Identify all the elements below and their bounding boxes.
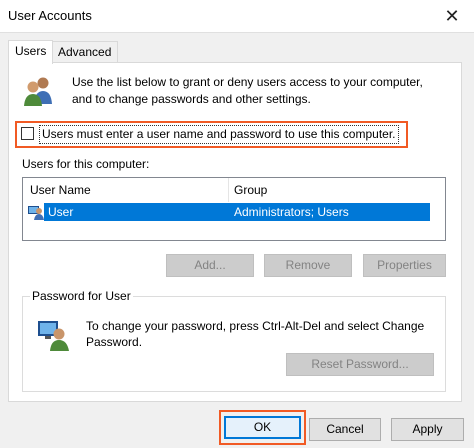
window-title: User Accounts <box>8 8 92 23</box>
tab-advanced[interactable]: Advanced <box>51 41 119 63</box>
tab-advanced-label: Advanced <box>58 45 112 59</box>
user-row-group: Administrators; Users <box>234 205 349 219</box>
users-for-computer-label: Users for this computer: <box>22 157 150 171</box>
password-info-line-2: Password. <box>86 335 143 349</box>
properties-label: Properties <box>377 258 432 272</box>
require-password-checkbox[interactable] <box>21 127 34 140</box>
reset-password-label: Reset Password... <box>311 357 409 371</box>
remove-user-button[interactable]: Remove <box>264 254 352 277</box>
intro-line-2: and to change passwords and other settin… <box>72 92 311 106</box>
close-icon[interactable]: ✕ <box>434 4 470 28</box>
tab-users-label: Users <box>15 44 47 58</box>
user-row-name: User <box>48 205 74 219</box>
add-user-button[interactable]: Add... <box>166 254 254 277</box>
user-password-icon <box>38 321 69 351</box>
apply-label: Apply <box>412 422 443 436</box>
column-header-user-name[interactable]: User Name <box>30 182 91 199</box>
apply-button[interactable]: Apply <box>391 418 464 441</box>
column-separator <box>228 178 229 202</box>
password-group-title: Password for User <box>30 289 133 303</box>
users-icon <box>24 77 52 106</box>
remove-user-label: Remove <box>285 258 331 272</box>
intro-line-1: Use the list below to grant or deny user… <box>72 75 423 89</box>
add-user-label: Add... <box>194 258 226 272</box>
cancel-label: Cancel <box>326 422 364 436</box>
reset-password-button[interactable]: Reset Password... <box>286 353 434 376</box>
tab-users[interactable]: Users <box>8 40 54 64</box>
column-header-group[interactable]: Group <box>234 182 267 199</box>
ok-label: OK <box>253 420 272 434</box>
require-password-label[interactable]: Users must enter a user name and passwor… <box>39 125 399 144</box>
properties-button[interactable]: Properties <box>363 254 446 277</box>
ok-button[interactable]: OK <box>224 416 301 439</box>
user-icon <box>28 206 44 220</box>
cancel-button[interactable]: Cancel <box>309 418 381 441</box>
password-info-line-1: To change your password, press Ctrl-Alt-… <box>86 319 425 333</box>
